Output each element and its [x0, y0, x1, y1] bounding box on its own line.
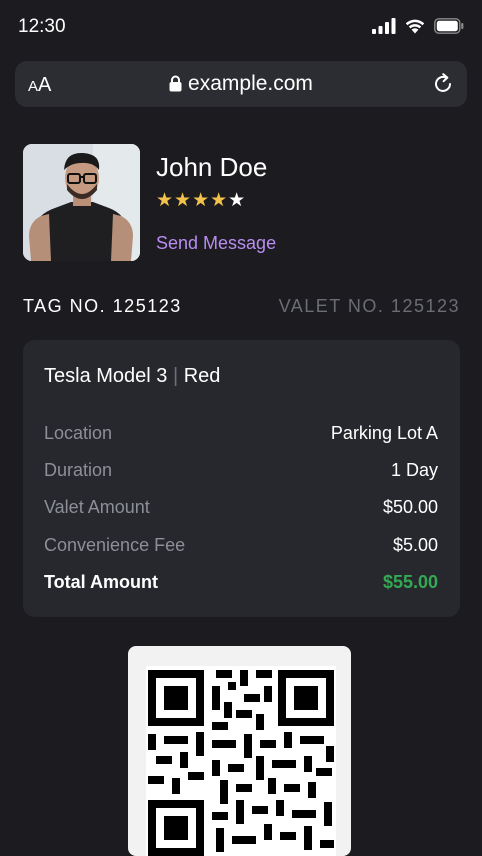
detail-label: Convenience Fee	[44, 535, 186, 555]
filled-stars: ★★★★	[156, 190, 229, 211]
detail-label: Valet Amount	[44, 497, 150, 517]
star-rating: ★★★★★	[156, 189, 246, 212]
detail-row-total: Total Amount $55.00	[44, 572, 438, 596]
url-field[interactable]: example.com	[15, 72, 467, 96]
battery-icon	[434, 18, 464, 34]
detail-row-valet-amount: Valet Amount $50.00	[44, 497, 438, 521]
cellular-signal-icon	[372, 18, 396, 34]
lock-icon	[169, 75, 182, 92]
detail-row-duration: Duration 1 Day	[44, 460, 438, 484]
total-value: $55.00	[382, 572, 438, 592]
send-message-link[interactable]: Send Message	[156, 233, 276, 254]
tag-number: TAG NO. 125123	[23, 296, 182, 316]
status-time: 12:30	[18, 16, 66, 37]
qr-code-card	[128, 646, 351, 856]
avatar-photo	[23, 144, 140, 261]
detail-label: Duration	[44, 460, 113, 480]
profile-name: John Doe	[156, 152, 268, 182]
valet-details-card: Tesla Model 3 | Red Location Parking Lot…	[23, 340, 460, 617]
qr-code	[146, 666, 336, 856]
wifi-icon	[405, 19, 425, 34]
detail-label: Location	[44, 423, 113, 443]
detail-value: $50.00	[382, 497, 438, 517]
valet-number: VALET NO. 125123	[278, 296, 460, 316]
detail-row-convenience-fee: Convenience Fee $5.00	[44, 535, 438, 559]
vehicle-title: Tesla Model 3 | Red	[44, 365, 220, 388]
empty-star: ★	[228, 190, 247, 211]
vehicle-model: Tesla Model 3	[44, 365, 168, 387]
vehicle-separator: |	[172, 365, 179, 387]
total-label: Total Amount	[44, 572, 158, 592]
url-text: example.com	[188, 72, 313, 95]
browser-address-bar[interactable]: AA example.com	[15, 61, 467, 107]
status-bar: 12:30	[0, 0, 482, 56]
reload-icon[interactable]	[431, 72, 455, 96]
detail-row-location: Location Parking Lot A	[44, 423, 438, 447]
avatar	[23, 144, 140, 261]
detail-value: 1 Day	[390, 460, 438, 480]
vehicle-color: Red	[183, 365, 221, 387]
detail-value: Parking Lot A	[330, 423, 438, 443]
detail-value: $5.00	[392, 535, 438, 555]
status-icons	[372, 18, 464, 34]
